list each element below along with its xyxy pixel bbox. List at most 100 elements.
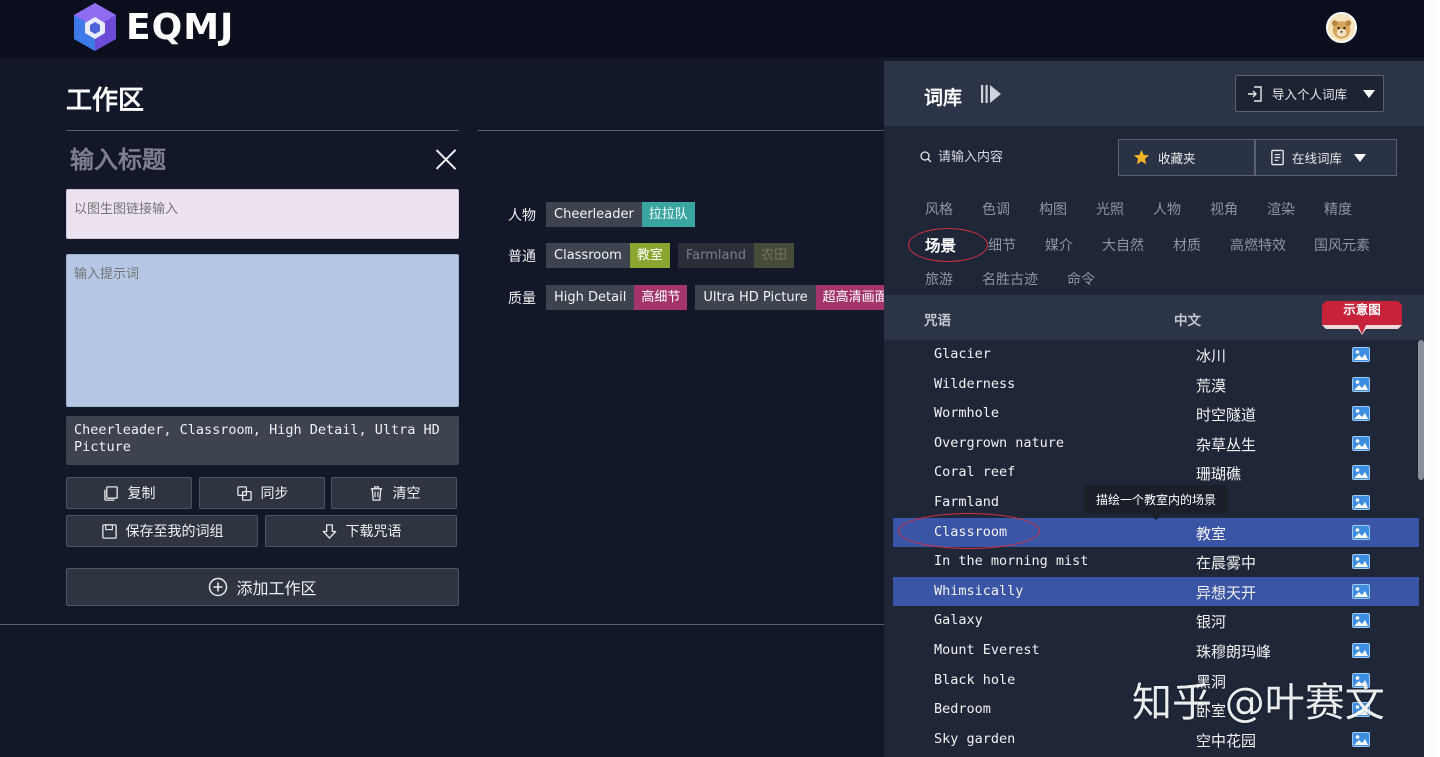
clear-button-label: 清空 (392, 486, 421, 502)
logo[interactable]: EQMJ (70, 1, 234, 53)
download-button-label: 下载咒语 (345, 524, 402, 540)
category-tab[interactable]: 渲染 (1267, 199, 1295, 219)
list-item-selected[interactable]: Classroom 教室 (893, 517, 1419, 548)
sync-button[interactable]: 同步 (199, 477, 325, 509)
image-preview-icon[interactable] (1352, 731, 1370, 747)
copy-button-label: 复制 (127, 486, 156, 502)
list-item[interactable]: Galaxy 银河 (893, 606, 1419, 636)
column-preview: 示意图 (1343, 302, 1381, 317)
image-preview-icon[interactable] (1352, 347, 1370, 362)
add-work-area-button[interactable]: 添加工作区 (66, 568, 459, 606)
download-arrow-icon (322, 523, 336, 539)
tag-chip[interactable]: Ultra HD Picture 超高清画面 (695, 285, 895, 310)
word-library-panel: 词库 导入个人词库 收藏夹 在线词库 风格 色调 构图 光照 人物 视角 渲染 … (884, 61, 1424, 757)
list-item[interactable]: Glacier 冰川 (893, 340, 1419, 370)
list-item[interactable]: Overgrown nature 杂草丛生 (893, 429, 1419, 459)
tag-row-normal: 普通 Classroom 教室 Farmland 农田 (508, 243, 802, 268)
category-tab[interactable]: 旅游 (925, 269, 953, 289)
page-scrollbar[interactable] (1424, 0, 1440, 757)
prompt-input[interactable] (66, 254, 459, 407)
image-preview-icon[interactable] (1352, 554, 1370, 570)
tag-en: Farmland (677, 243, 754, 268)
list-item-spell: Mount Everest (934, 642, 1040, 658)
star-icon (1133, 149, 1150, 165)
tag-row-label: 普通 (508, 248, 536, 265)
list-item-chinese: 银河 (1196, 613, 1227, 632)
tag-row-quality: 质量 High Detail 高细节 Ultra HD Picture 超高清画… (508, 285, 903, 310)
online-library-button[interactable]: 在线词库 (1255, 139, 1397, 176)
title-input[interactable] (66, 143, 426, 177)
image-preview-icon[interactable] (1352, 495, 1370, 510)
category-tab[interactable]: 精度 (1324, 199, 1352, 219)
favorites-label: 收藏夹 (1158, 151, 1196, 166)
close-icon[interactable] (432, 146, 460, 174)
image-link-input[interactable] (66, 189, 459, 239)
image-preview-icon[interactable] (1352, 583, 1370, 599)
collapse-panel-icon[interactable] (980, 83, 1002, 105)
save-to-group-button[interactable]: 保存至我的词组 (66, 515, 258, 547)
list-item-spell: Farmland (934, 494, 1000, 510)
category-tab[interactable]: 构图 (1039, 199, 1067, 219)
list-item[interactable]: Wilderness 荒漠 (893, 370, 1419, 400)
category-tab[interactable]: 人物 (1153, 199, 1181, 219)
import-library-button[interactable]: 导入个人词库 (1235, 75, 1384, 112)
list-scrollbar[interactable] (1418, 340, 1424, 480)
panel-header: 词库 导入个人词库 (884, 61, 1424, 126)
plus-circle-icon (209, 577, 228, 597)
category-tab[interactable]: 媒介 (1045, 235, 1073, 255)
category-tab[interactable]: 命令 (1067, 269, 1095, 289)
category-tab[interactable]: 高燃特效 (1230, 235, 1286, 255)
list-item-spell: Wormhole (934, 405, 1000, 422)
list-item[interactable]: Mount Everest 珠穆朗玛峰 (893, 636, 1419, 666)
list-item-chinese: 珊瑚礁 (1196, 465, 1242, 484)
list-item-spell: Classroom (934, 523, 1008, 540)
user-avatar[interactable] (1326, 12, 1357, 43)
clear-button[interactable]: 清空 (331, 477, 457, 509)
tag-row-person: 人物 Cheerleader 拉拉队 (508, 202, 703, 227)
image-preview-icon[interactable] (1352, 435, 1370, 451)
tag-en: Ultra HD Picture (695, 285, 816, 310)
logo-cube-icon (74, 3, 116, 51)
image-preview-icon[interactable] (1352, 406, 1370, 422)
tag-zh: 高细节 (634, 285, 688, 310)
library-search[interactable] (910, 139, 1119, 176)
panel-title: 词库 (924, 87, 963, 109)
image-preview-icon[interactable] (1352, 465, 1370, 481)
list-item-selected[interactable]: Whimsically 异想天开 (893, 576, 1419, 607)
image-preview-icon[interactable] (1352, 643, 1370, 658)
download-spell-button[interactable]: 下载咒语 (265, 515, 457, 547)
list-item-chinese: 时空隧道 (1196, 406, 1257, 425)
image-preview-icon[interactable] (1352, 524, 1370, 540)
tag-chip-disabled[interactable]: Farmland 农田 (677, 243, 794, 268)
list-item[interactable]: Coral reef 珊瑚礁 (893, 458, 1419, 488)
list-item[interactable]: Sky garden 空中花园 (893, 725, 1419, 755)
list-item-spell: Whimsically (934, 582, 1024, 599)
tag-chip[interactable]: Classroom 教室 (546, 243, 670, 268)
image-preview-icon[interactable] (1352, 376, 1370, 392)
list-item[interactable]: Wormhole 时空隧道 (893, 399, 1419, 429)
search-input[interactable] (938, 149, 1108, 165)
category-tab[interactable]: 大自然 (1102, 235, 1144, 255)
category-tab[interactable]: 细节 (988, 235, 1016, 255)
tag-row-label: 质量 (508, 290, 536, 307)
list-item[interactable]: In the morning mist 在晨雾中 (893, 547, 1419, 577)
column-spell: 咒语 (924, 313, 951, 329)
category-tab[interactable]: 视角 (1210, 199, 1238, 219)
tag-en: Cheerleader (546, 202, 642, 227)
image-preview-icon[interactable] (1352, 613, 1370, 629)
category-tab[interactable]: 材质 (1173, 235, 1201, 255)
category-tab[interactable]: 光照 (1096, 199, 1124, 219)
category-tab[interactable]: 风格 (925, 199, 953, 219)
tag-row-label: 人物 (508, 207, 536, 224)
category-tab[interactable]: 色调 (982, 199, 1010, 219)
category-tab-active[interactable]: 场景 (925, 234, 956, 256)
tag-zh: 拉拉队 (641, 202, 695, 227)
list-item-chinese: 杂草丛生 (1196, 435, 1257, 454)
category-tab[interactable]: 名胜古迹 (982, 269, 1038, 289)
copy-button[interactable]: 复制 (66, 477, 192, 509)
import-label: 导入个人词库 (1272, 87, 1348, 102)
tag-chip[interactable]: Cheerleader 拉拉队 (546, 202, 695, 227)
tag-chip[interactable]: High Detail 高细节 (546, 285, 688, 310)
category-tab[interactable]: 国风元素 (1314, 235, 1370, 255)
favorites-button[interactable]: 收藏夹 (1118, 139, 1255, 176)
